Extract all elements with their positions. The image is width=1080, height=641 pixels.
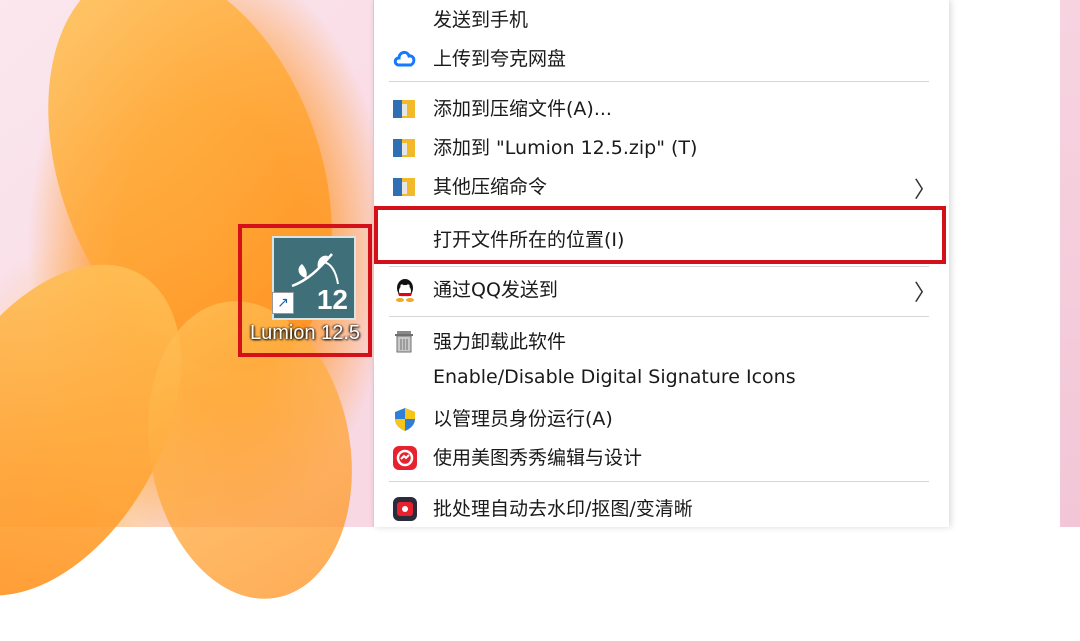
chevron-right-icon: 〉 — [914, 178, 937, 203]
menu-item-label: 添加到 "Lumion 12.5.zip" (T) — [433, 137, 698, 159]
meitu-icon — [392, 445, 418, 470]
menu-separator — [389, 266, 929, 267]
archive-icon — [392, 135, 418, 159]
trash-icon — [392, 329, 418, 353]
menu-item-meitu-edit[interactable]: 使用美图秀秀编辑与设计 — [374, 437, 949, 475]
menu-item-force-uninstall[interactable]: 强力卸载此软件 — [374, 321, 949, 359]
menu-item-label: 添加到压缩文件(A)... — [433, 98, 612, 120]
batch-icon — [392, 496, 418, 521]
menu-item-label: Enable/Disable Digital Signature Icons — [433, 366, 796, 388]
menu-item-other-compress[interactable]: 其他压缩命令 〉 — [374, 166, 949, 204]
menu-item-label: 上传到夸克网盘 — [433, 48, 567, 70]
cloud-icon — [392, 46, 418, 70]
shield-icon — [392, 406, 418, 431]
menu-item-label: 使用美图秀秀编辑与设计 — [433, 447, 643, 469]
menu-item-send-to-phone[interactable]: 发送到手机 — [374, 0, 949, 37]
menu-separator — [389, 316, 929, 317]
menu-separator — [389, 481, 929, 482]
archive-icon — [392, 174, 418, 198]
menu-item-label: 批处理自动去水印/抠图/变清晰 — [433, 498, 693, 520]
chevron-right-icon: 〉 — [914, 281, 937, 306]
menu-item-batch-process[interactable]: 批处理自动去水印/抠图/变清晰 — [374, 488, 949, 526]
menu-item-label: 强力卸载此软件 — [433, 331, 567, 353]
menu-item-label: 其他压缩命令 — [433, 176, 548, 198]
menu-item-run-as-admin[interactable]: 以管理员身份运行(A) — [374, 398, 949, 436]
menu-item-add-to-archive[interactable]: 添加到压缩文件(A)... — [374, 88, 949, 126]
menu-item-send-via-qq[interactable]: 通过QQ发送到 〉 — [374, 269, 949, 307]
archive-icon — [392, 96, 418, 120]
menu-item-upload-quark[interactable]: 上传到夸克网盘 — [374, 38, 949, 76]
shortcut-arrow-icon: ↗ — [272, 292, 294, 314]
window-edge — [948, 0, 1060, 527]
menu-separator — [389, 81, 929, 82]
qq-icon — [392, 277, 418, 302]
menu-item-label: 以管理员身份运行(A) — [433, 408, 613, 430]
menu-item-label: 发送到手机 — [433, 9, 529, 31]
highlight-annotation-box — [374, 206, 946, 264]
menu-item-label: 通过QQ发送到 — [433, 279, 558, 301]
menu-item-digital-signature[interactable]: Enable/Disable Digital Signature Icons — [374, 360, 949, 398]
lumion-desktop-shortcut[interactable]: 12 ↗ Lumion 12.5 — [238, 224, 372, 357]
lumion-version-badge: 12 — [316, 284, 348, 315]
menu-item-add-to-zip[interactable]: 添加到 "Lumion 12.5.zip" (T) — [374, 127, 949, 165]
desktop-icon-label: Lumion 12.5 — [249, 322, 361, 344]
